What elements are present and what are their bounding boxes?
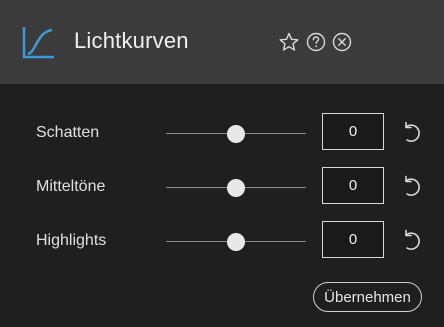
midtones-label: Mitteltöne bbox=[36, 178, 106, 195]
reset-icon[interactable] bbox=[398, 228, 422, 252]
panel-header: Lichtkurven bbox=[0, 0, 444, 84]
shadows-label: Schatten bbox=[36, 124, 100, 141]
slider-thumb[interactable] bbox=[227, 125, 245, 143]
slider-thumb[interactable] bbox=[227, 233, 245, 251]
midtones-value-input[interactable]: 0 bbox=[322, 167, 384, 204]
curves-icon bbox=[22, 27, 54, 59]
panel-title: Lichtkurven bbox=[74, 28, 189, 53]
close-icon[interactable] bbox=[331, 31, 353, 53]
reset-icon[interactable] bbox=[398, 174, 422, 198]
help-icon[interactable] bbox=[305, 31, 327, 53]
highlights-slider[interactable] bbox=[166, 232, 306, 252]
highlights-value-input[interactable]: 0 bbox=[322, 221, 384, 258]
adjustment-row-shadows: Schatten 0 bbox=[0, 112, 444, 156]
highlights-label: Highlights bbox=[36, 232, 107, 249]
adjustment-row-midtones: Mitteltöne 0 bbox=[0, 166, 444, 210]
apply-button[interactable]: Übernehmen bbox=[313, 282, 422, 312]
shadows-slider[interactable] bbox=[166, 124, 306, 144]
reset-icon[interactable] bbox=[398, 120, 422, 144]
slider-thumb[interactable] bbox=[227, 179, 245, 197]
star-icon[interactable] bbox=[278, 31, 300, 53]
shadows-value-input[interactable]: 0 bbox=[322, 113, 384, 150]
midtones-slider[interactable] bbox=[166, 178, 306, 198]
adjustment-row-highlights: Highlights 0 bbox=[0, 220, 444, 264]
light-curves-panel: Lichtkurven Schatten 0 Mitteltöne 0 High… bbox=[0, 0, 444, 327]
